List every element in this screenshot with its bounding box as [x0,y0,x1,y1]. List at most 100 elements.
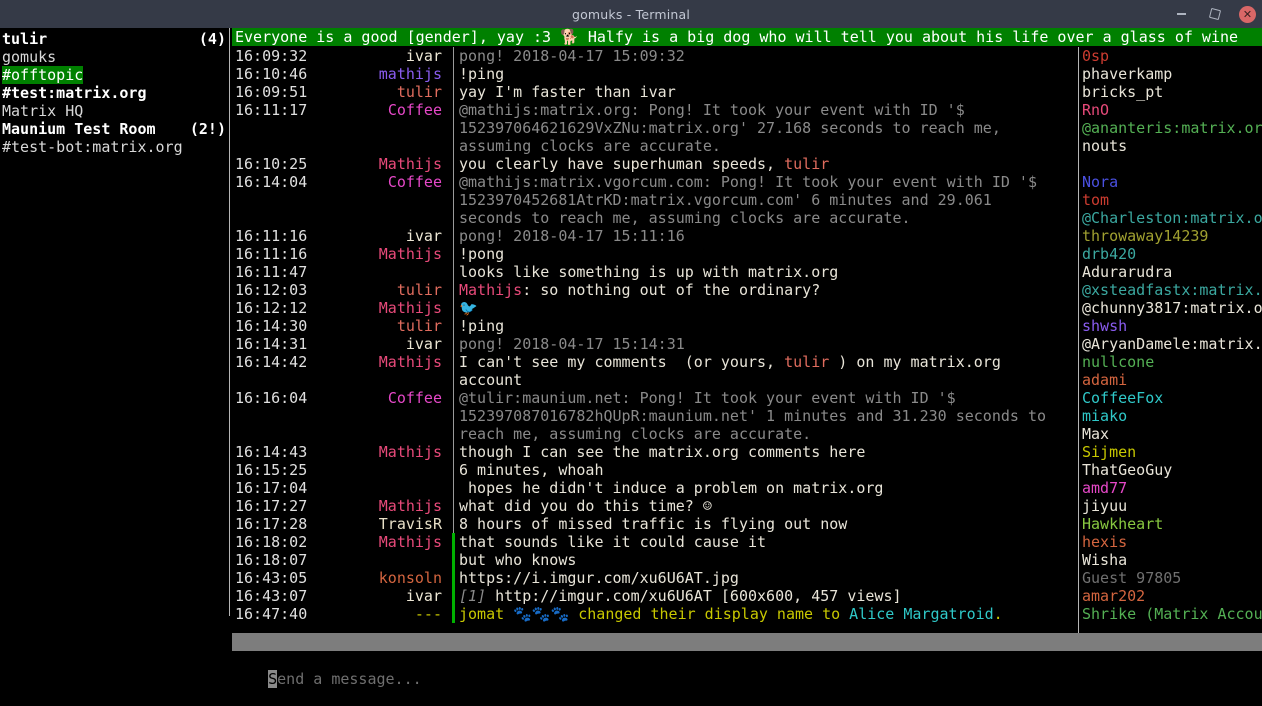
message-row[interactable]: 16:17:04 hopes he didn't induce a proble… [232,479,1077,497]
room-list-item[interactable]: tulir (4) [0,30,230,48]
timeline-rule [453,335,454,353]
member-list-item[interactable]: CoffeeFox [1078,389,1262,407]
message-body: jomat 🐾🐾🐾 changed their display name to … [459,605,1077,623]
member-list-item[interactable]: miako [1078,407,1262,425]
message-row[interactable]: 16:14:30 tulir !ping [232,317,1077,335]
message-row[interactable]: 16:12:03 tulir Mathijs: so nothing out of … [232,281,1077,299]
room-list-item[interactable]: #test:matrix.org [0,84,230,102]
message-timestamp: 16:43:07 [235,587,308,605]
member-list-item[interactable]: nouts [1078,137,1262,155]
message-row[interactable]: account [232,371,1077,389]
room-list[interactable]: tulir (4) gomuks #offtopic #test:matrix.org M… [0,28,230,660]
message-gutter [449,47,459,65]
message-timestamp [232,425,344,443]
message-row[interactable]: 16:12:12 Mathijs 🐦 [232,299,1077,317]
member-list-item[interactable]: RnO [1078,101,1262,119]
member-list-item[interactable]: shwsh [1078,317,1262,335]
timeline-rule [453,83,454,101]
room-list-footer [0,618,230,660]
message-row[interactable]: 16:16:04 Coffee @tulir:maunium.net: Pong! … [232,389,1077,407]
member-list-item[interactable]: Sijmen [1078,443,1262,461]
timeline-rule [453,281,454,299]
message-timestamp: 16:17:27 [235,497,308,515]
member-list-item[interactable]: bricks_pt [1078,83,1262,101]
message-row[interactable]: 16:14:31 ivar pong! 2018-04-17 15:14:31 [232,335,1077,353]
member-list-item[interactable]: Nora [1078,173,1262,191]
message-row[interactable]: 16:14:43 Mathijs though I can see the matr… [232,443,1077,461]
member-list-item[interactable]: @Charleston:matrix.o [1078,209,1262,227]
timeline-scrollbar[interactable] [232,633,1262,651]
message-row[interactable]: 16:43:07 ivar [1] http://imgur.com/xu6U6AT… [232,587,1077,605]
member-list-item[interactable]: @AryanDamele:matrix. [1078,335,1262,353]
message-row[interactable]: 16:18:02 Mathijs that sounds like it could… [232,533,1077,551]
message-row[interactable]: 152397064621629VxZNu:matrix.org' 27.168 … [232,119,1077,137]
member-list-item[interactable]: ThatGeoGuy [1078,461,1262,479]
member-list-item[interactable]: Adurarudra [1078,263,1262,281]
close-icon[interactable]: ✕ [1239,5,1256,23]
message-row[interactable]: 16:17:27 Mathijs what did you do this time… [232,497,1077,515]
timeline-rule [453,443,454,461]
member-list-item[interactable]: jiyuu [1078,497,1262,515]
message-row[interactable]: 16:09:32 ivar pong! 2018-04-17 15:09:32 [232,47,1077,65]
message-sender: ivar [405,47,442,65]
message-row[interactable]: 16:18:07 but who knows [232,551,1077,569]
unread-marker [452,587,455,605]
member-list-item[interactable]: Hawkheart [1078,515,1262,533]
message-row[interactable]: 16:14:42 Mathijs I can't see my comments (… [232,353,1077,371]
member-list[interactable]: 0sp phaverkamp bricks_pt RnO @ananteris:matr… [1078,47,1262,652]
message-row[interactable]: 16:11:47 looks like something is up with … [232,263,1077,281]
member-list-item[interactable]: throwaway14239 [1078,227,1262,245]
member-list-item[interactable]: tom [1078,191,1262,209]
member-list-item[interactable]: nullcone [1078,353,1262,371]
message-row[interactable]: 16:11:17 Coffee @mathijs:matrix.org: Pong!… [232,101,1077,119]
message-timeline[interactable]: 16:09:32 ivar pong! 2018-04-17 15:09:32 16:… [232,47,1077,652]
message-gutter [449,335,459,353]
message-row[interactable]: assuming clocks are accurate. [232,137,1077,155]
room-list-item[interactable]: gomuks [0,48,230,66]
room-list-item[interactable]: Matrix HQ [0,102,230,120]
member-list-item[interactable]: hexis [1078,533,1262,551]
message-text-span: yay I'm faster than ivar [459,83,676,101]
member-list-item[interactable]: Shrike (Matrix Accou [1078,605,1262,623]
member-list-item[interactable]: adami [1078,371,1262,389]
room-name: #test-bot:matrix.org [2,138,183,156]
message-row[interactable]: reach me, assuming clocks are accurate. [232,425,1077,443]
message-row[interactable]: 1523970452681AtrKD:matrix.vgorcum.com' 6… [232,191,1077,209]
message-sender: Mathijs [378,155,442,173]
member-list-item[interactable]: @xsteadfastx:matrix. [1078,281,1262,299]
member-list-item[interactable]: drb420 [1078,245,1262,263]
member-list-item[interactable]: amd77 [1078,479,1262,497]
timeline-rule [453,299,454,317]
member-list-item[interactable]: amar202 [1078,587,1262,605]
message-row[interactable]: 16:11:16 Mathijs !pong [232,245,1077,263]
member-list-item[interactable]: phaverkamp [1078,65,1262,83]
message-row[interactable]: 16:43:05 konsoln https://i.imgur.com/xu6U6… [232,569,1077,587]
message-row[interactable]: 16:10:46 mathijs !ping [232,65,1077,83]
minimize-icon[interactable] [1171,4,1191,24]
message-composer[interactable]: Send a message... [232,652,1262,688]
member-list-item[interactable]: Max [1078,425,1262,443]
message-row[interactable]: 152397087016782hQUpR:maunium.net' 1 minu… [232,407,1077,425]
message-row[interactable]: 16:17:28 TravisR 8 hours of missed traffic… [232,515,1077,533]
message-row[interactable]: 16:11:16 ivar pong! 2018-04-17 15:11:16 [232,227,1077,245]
message-row[interactable]: 16:15:25 6 minutes, whoah [232,461,1077,479]
message-sender: Coffee [387,101,442,119]
room-list-item[interactable]: #offtopic [0,66,230,84]
message-row[interactable]: seconds to reach me, assuming clocks are… [232,209,1077,227]
room-list-item[interactable]: #test-bot:matrix.org [0,138,230,156]
message-row[interactable]: 16:47:40 --- jomat 🐾🐾🐾 changed their displ… [232,605,1077,623]
message-gutter [449,425,459,443]
member-list-item[interactable]: @chunny3817:matrix.o [1078,299,1262,317]
member-list-item[interactable] [1078,155,1262,173]
maximize-icon[interactable] [1205,4,1225,24]
message-sender [344,209,449,227]
message-row[interactable]: 16:10:25 Mathijs you clearly have superhum… [232,155,1077,173]
member-list-item[interactable]: 0sp [1078,47,1262,65]
message-body: !ping [459,65,1077,83]
member-list-item[interactable]: @ananteris:matrix.or [1078,119,1262,137]
message-row[interactable]: 16:09:51 tulir yay I'm faster than ivar [232,83,1077,101]
member-list-item[interactable]: Wisha [1078,551,1262,569]
member-list-item[interactable]: Guest 97805 [1078,569,1262,587]
room-list-item[interactable]: Maunium Test Room (2!) [0,120,230,138]
message-row[interactable]: 16:14:04 Coffee @mathijs:matrix.vgorcum.co… [232,173,1077,191]
